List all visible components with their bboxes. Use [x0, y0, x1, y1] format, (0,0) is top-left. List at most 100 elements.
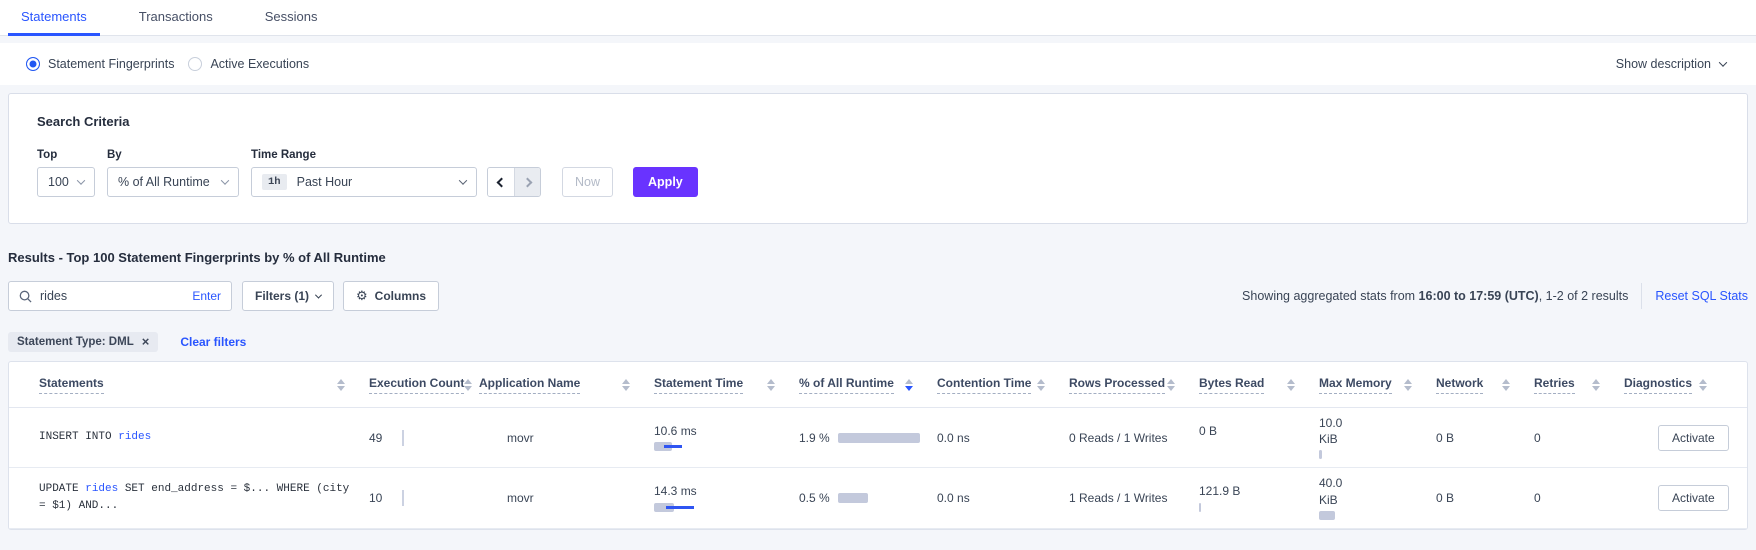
- table-identifier: rides: [85, 483, 118, 495]
- filter-chip-statement-type: Statement Type: DML ×: [8, 332, 158, 352]
- header-bytes-read[interactable]: Bytes Read: [1199, 376, 1319, 394]
- close-icon[interactable]: ×: [142, 337, 150, 347]
- header-statements[interactable]: Statements: [39, 376, 369, 394]
- chevron-left-icon: [496, 177, 506, 187]
- summary-prefix: Showing aggregated stats from: [1242, 289, 1419, 303]
- rows-processed-cell: 1 Reads / 1 Writes: [1069, 491, 1199, 505]
- activate-button[interactable]: Activate: [1658, 425, 1729, 451]
- execution-count-cell: 10: [369, 490, 479, 506]
- header-application-name[interactable]: Application Name: [479, 376, 654, 394]
- sort-icon: [464, 379, 472, 391]
- statement-time-cell: 10.6 ms: [654, 423, 799, 452]
- search-box[interactable]: Enter: [8, 281, 232, 311]
- max-memory-bar: [1319, 450, 1436, 460]
- tab-sessions[interactable]: Sessions: [252, 0, 331, 36]
- retries-cell: 0: [1534, 491, 1624, 505]
- time-forward-button[interactable]: [514, 168, 540, 196]
- pct-runtime-cell: 1.9 %: [799, 431, 937, 445]
- header-diagnostics[interactable]: Diagnostics: [1624, 376, 1731, 394]
- statement-link[interactable]: INSERT INTO rides: [39, 429, 369, 446]
- time-back-button[interactable]: [488, 168, 514, 196]
- header-contention-time[interactable]: Contention Time: [937, 376, 1069, 394]
- activate-button[interactable]: Activate: [1658, 485, 1729, 511]
- sort-icon: [1502, 379, 1510, 391]
- time-range-select[interactable]: 1h Past Hour: [251, 167, 477, 197]
- apply-button[interactable]: Apply: [633, 167, 698, 197]
- diagnostics-cell: Activate: [1624, 485, 1731, 511]
- chevron-down-icon: [221, 176, 229, 184]
- header-execution-count[interactable]: Execution Count: [369, 376, 479, 394]
- sort-icon: [1167, 379, 1175, 391]
- sort-icon: [1699, 379, 1707, 391]
- tab-bar: Statements Transactions Sessions: [0, 0, 1756, 36]
- by-select-value: % of All Runtime: [118, 175, 210, 189]
- application-name-cell: movr: [479, 491, 654, 505]
- sort-icon: [1404, 379, 1412, 391]
- bytes-read-bar: [1199, 442, 1319, 452]
- reset-sql-stats-link[interactable]: Reset SQL Stats: [1655, 289, 1748, 303]
- summary-suffix: , 1-2 of 2 results: [1539, 289, 1629, 303]
- chevron-down-icon: [1719, 58, 1727, 66]
- execution-count-bar: [402, 430, 404, 446]
- statement-link[interactable]: UPDATE rides SET end_address = $... WHER…: [39, 481, 369, 515]
- by-select[interactable]: % of All Runtime: [107, 167, 239, 197]
- header-pct-all-runtime[interactable]: % of All Runtime: [799, 376, 937, 394]
- gear-icon: ⚙: [356, 288, 368, 304]
- sort-icon: [1287, 379, 1295, 391]
- pct-runtime-bar: [838, 433, 920, 443]
- contention-time-cell: 0.0 ns: [937, 491, 1069, 505]
- table-row: UPDATE rides SET end_address = $... WHER…: [9, 468, 1747, 528]
- sort-icon: [337, 379, 345, 391]
- now-button[interactable]: Now: [562, 167, 613, 197]
- sort-icon: [1592, 379, 1600, 391]
- view-toggle-bar: Statement Fingerprints Active Executions…: [0, 43, 1756, 85]
- header-statement-time[interactable]: Statement Time: [654, 376, 799, 394]
- network-cell: 0 B: [1436, 491, 1534, 505]
- columns-button[interactable]: ⚙ Columns: [343, 281, 439, 311]
- statement-time-bar: [654, 442, 799, 452]
- show-description-toggle[interactable]: Show description: [1616, 57, 1726, 71]
- application-name-cell: movr: [479, 431, 654, 445]
- network-cell: 0 B: [1436, 431, 1534, 445]
- results-controls: Enter Filters (1) ⚙ Columns Showing aggr…: [8, 281, 1748, 311]
- chevron-down-icon: [459, 176, 467, 184]
- bytes-read-cell: 121.9 B: [1199, 483, 1319, 512]
- execution-count-cell: 49: [369, 430, 479, 446]
- radio-label: Active Executions: [210, 57, 309, 71]
- bytes-read-bar: [1199, 503, 1319, 513]
- pct-runtime-bar: [838, 493, 868, 503]
- top-label: Top: [37, 149, 95, 161]
- radio-active-executions[interactable]: Active Executions: [188, 57, 309, 71]
- top-select[interactable]: 100: [37, 167, 95, 197]
- results-heading: Results - Top 100 Statement Fingerprints…: [8, 250, 1748, 265]
- header-rows-processed[interactable]: Rows Processed: [1069, 376, 1199, 394]
- header-network[interactable]: Network: [1436, 376, 1534, 394]
- radio-label: Statement Fingerprints: [48, 57, 174, 71]
- search-enter-link[interactable]: Enter: [192, 289, 221, 303]
- time-range-field: Time Range 1h Past Hour: [251, 149, 477, 197]
- max-memory-bar: [1319, 511, 1436, 521]
- clear-filters-link[interactable]: Clear filters: [180, 335, 246, 349]
- chevron-down-icon: [77, 176, 85, 184]
- header-max-memory[interactable]: Max Memory: [1319, 376, 1436, 394]
- time-range-label: Time Range: [251, 149, 477, 161]
- execution-count-bar: [402, 490, 404, 506]
- summary-time-range: 16:00 to 17:59 (UTC): [1419, 289, 1539, 303]
- tab-transactions[interactable]: Transactions: [126, 0, 226, 36]
- columns-button-label: Columns: [375, 289, 426, 303]
- filters-button[interactable]: Filters (1): [242, 281, 334, 311]
- by-label: By: [107, 149, 239, 161]
- contention-time-cell: 0.0 ns: [937, 431, 1069, 445]
- statement-time-cell: 14.3 ms: [654, 483, 799, 512]
- search-input[interactable]: [40, 289, 192, 303]
- search-icon: [19, 290, 32, 303]
- sort-icon: [622, 379, 630, 391]
- statement-time-bar: [654, 503, 799, 513]
- max-memory-cell: 10.0 KiB: [1319, 415, 1436, 460]
- time-range-badge: 1h: [262, 174, 287, 190]
- radio-statement-fingerprints[interactable]: Statement Fingerprints: [26, 57, 174, 71]
- divider: [1641, 283, 1642, 309]
- header-retries[interactable]: Retries: [1534, 376, 1624, 394]
- chevron-down-icon: [315, 291, 322, 298]
- tab-statements[interactable]: Statements: [8, 0, 100, 36]
